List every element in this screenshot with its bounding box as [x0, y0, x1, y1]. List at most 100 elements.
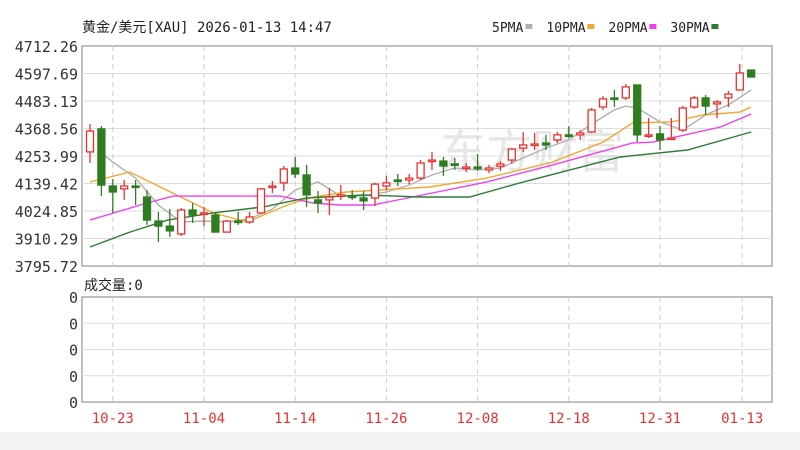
candle-body — [325, 196, 334, 201]
candle-body — [234, 220, 243, 224]
candle-body — [370, 183, 380, 199]
candle-body — [507, 148, 516, 161]
volume-tick-label: 0 — [69, 289, 78, 307]
candle-up — [621, 83, 630, 101]
candle-up — [382, 175, 391, 191]
volume-tick-label: 0 — [69, 394, 78, 412]
candle-up — [256, 187, 266, 214]
candle-body — [165, 225, 174, 232]
candle-body — [245, 216, 254, 223]
price-tick-label: 4712.26 — [15, 38, 78, 56]
candle-body — [279, 168, 288, 184]
price-axis: 4712.26 4597.69 4483.13 4368.56 4253.99 4139.… — [15, 38, 78, 276]
candle-up — [678, 106, 687, 132]
candle-up — [598, 95, 608, 110]
date-tick-label: 10-23 — [92, 411, 134, 427]
candle-up — [587, 107, 596, 133]
legend-swatch — [649, 24, 657, 29]
volume-tick-label: 0 — [69, 368, 78, 386]
date-tick-label: 11-14 — [274, 411, 316, 427]
candle-down — [393, 174, 402, 187]
candle-body — [450, 163, 459, 167]
candle-body — [405, 177, 414, 181]
legend-label: 10PMA — [546, 21, 585, 36]
candle-body — [416, 162, 425, 179]
candle-body — [598, 98, 608, 108]
gold-kline-chart: 黄金/美元[XAU] 2026-01-13 14:47 5PMA 10PMA 20P… — [15, 19, 773, 427]
candle-body — [678, 107, 687, 131]
candle-up — [427, 151, 437, 170]
volume-tick-label: 0 — [69, 342, 78, 360]
candle-up — [222, 220, 231, 233]
candle-body — [382, 182, 391, 187]
candle-body — [211, 214, 220, 233]
legend-swatch — [711, 24, 719, 29]
candle-body — [177, 209, 186, 235]
candle-body — [256, 188, 266, 214]
date-tick-label: 01-13 — [721, 411, 763, 427]
candle-down — [291, 156, 300, 179]
candle-body — [621, 86, 630, 99]
candle-body — [359, 197, 368, 202]
candle-body — [655, 133, 665, 141]
candle-up — [416, 160, 425, 181]
candle-body — [712, 101, 722, 105]
date-tick-label: 12-18 — [548, 411, 590, 427]
candle-body — [199, 212, 209, 216]
candle-body — [439, 160, 448, 167]
price-tick-label: 4024.85 — [15, 203, 78, 221]
legend-label: 30PMA — [670, 21, 709, 36]
candle-body — [701, 97, 710, 107]
price-tick-label: 4139.42 — [15, 176, 78, 194]
candle-body — [85, 130, 95, 153]
candle-body — [633, 84, 642, 136]
candle-body — [313, 199, 323, 204]
legend-swatch — [525, 24, 533, 29]
price-tick-label: 4483.13 — [15, 93, 78, 111]
candle-body — [587, 109, 596, 133]
candle-body — [222, 220, 231, 233]
candle-body — [553, 134, 562, 141]
candle-body — [108, 185, 117, 193]
price-tick-label: 4597.69 — [15, 66, 78, 84]
bottom-band — [0, 432, 800, 450]
candle-body — [530, 143, 539, 147]
candle-body — [667, 137, 676, 141]
ma-line-30pma — [89, 131, 752, 248]
candle-down — [313, 191, 323, 213]
candle-down — [97, 125, 106, 197]
candle-up — [245, 211, 254, 224]
volume-label: 成交量:0 — [84, 277, 143, 294]
legend-label: 20PMA — [608, 21, 647, 36]
candle-body — [120, 185, 129, 190]
chart-title: 黄金/美元[XAU] 2026-01-13 14:47 — [82, 19, 332, 36]
date-tick-label: 11-26 — [365, 411, 407, 427]
candle-body — [268, 185, 277, 189]
candle-down — [359, 191, 368, 211]
candle-body — [154, 220, 163, 227]
candle-body — [291, 167, 300, 175]
date-tick-label: 12-31 — [639, 411, 681, 427]
price-tick-label: 4253.99 — [15, 148, 78, 166]
candle-down — [211, 211, 220, 233]
candle-body — [735, 72, 744, 91]
price-tick-label: 4368.56 — [15, 121, 78, 139]
candle-body — [393, 179, 402, 183]
candle-body — [462, 166, 471, 170]
candle-up — [724, 90, 733, 108]
candle-down — [610, 89, 619, 108]
candle-body — [724, 93, 733, 99]
candle-up — [370, 182, 380, 206]
candle-body — [336, 194, 345, 198]
date-tick-label: 11-04 — [183, 411, 225, 427]
candle-body — [644, 134, 653, 138]
candle-down — [633, 84, 642, 143]
candle-body — [576, 132, 585, 136]
price-tick-label: 3795.72 — [15, 258, 78, 276]
date-tick-label: 12-08 — [457, 411, 499, 427]
candle-down — [747, 69, 756, 78]
candle-body — [496, 163, 505, 167]
candle-down — [701, 95, 710, 115]
candle-body — [348, 195, 357, 199]
chart-header: 黄金/美元[XAU] 2026-01-13 14:47 — [82, 19, 332, 36]
